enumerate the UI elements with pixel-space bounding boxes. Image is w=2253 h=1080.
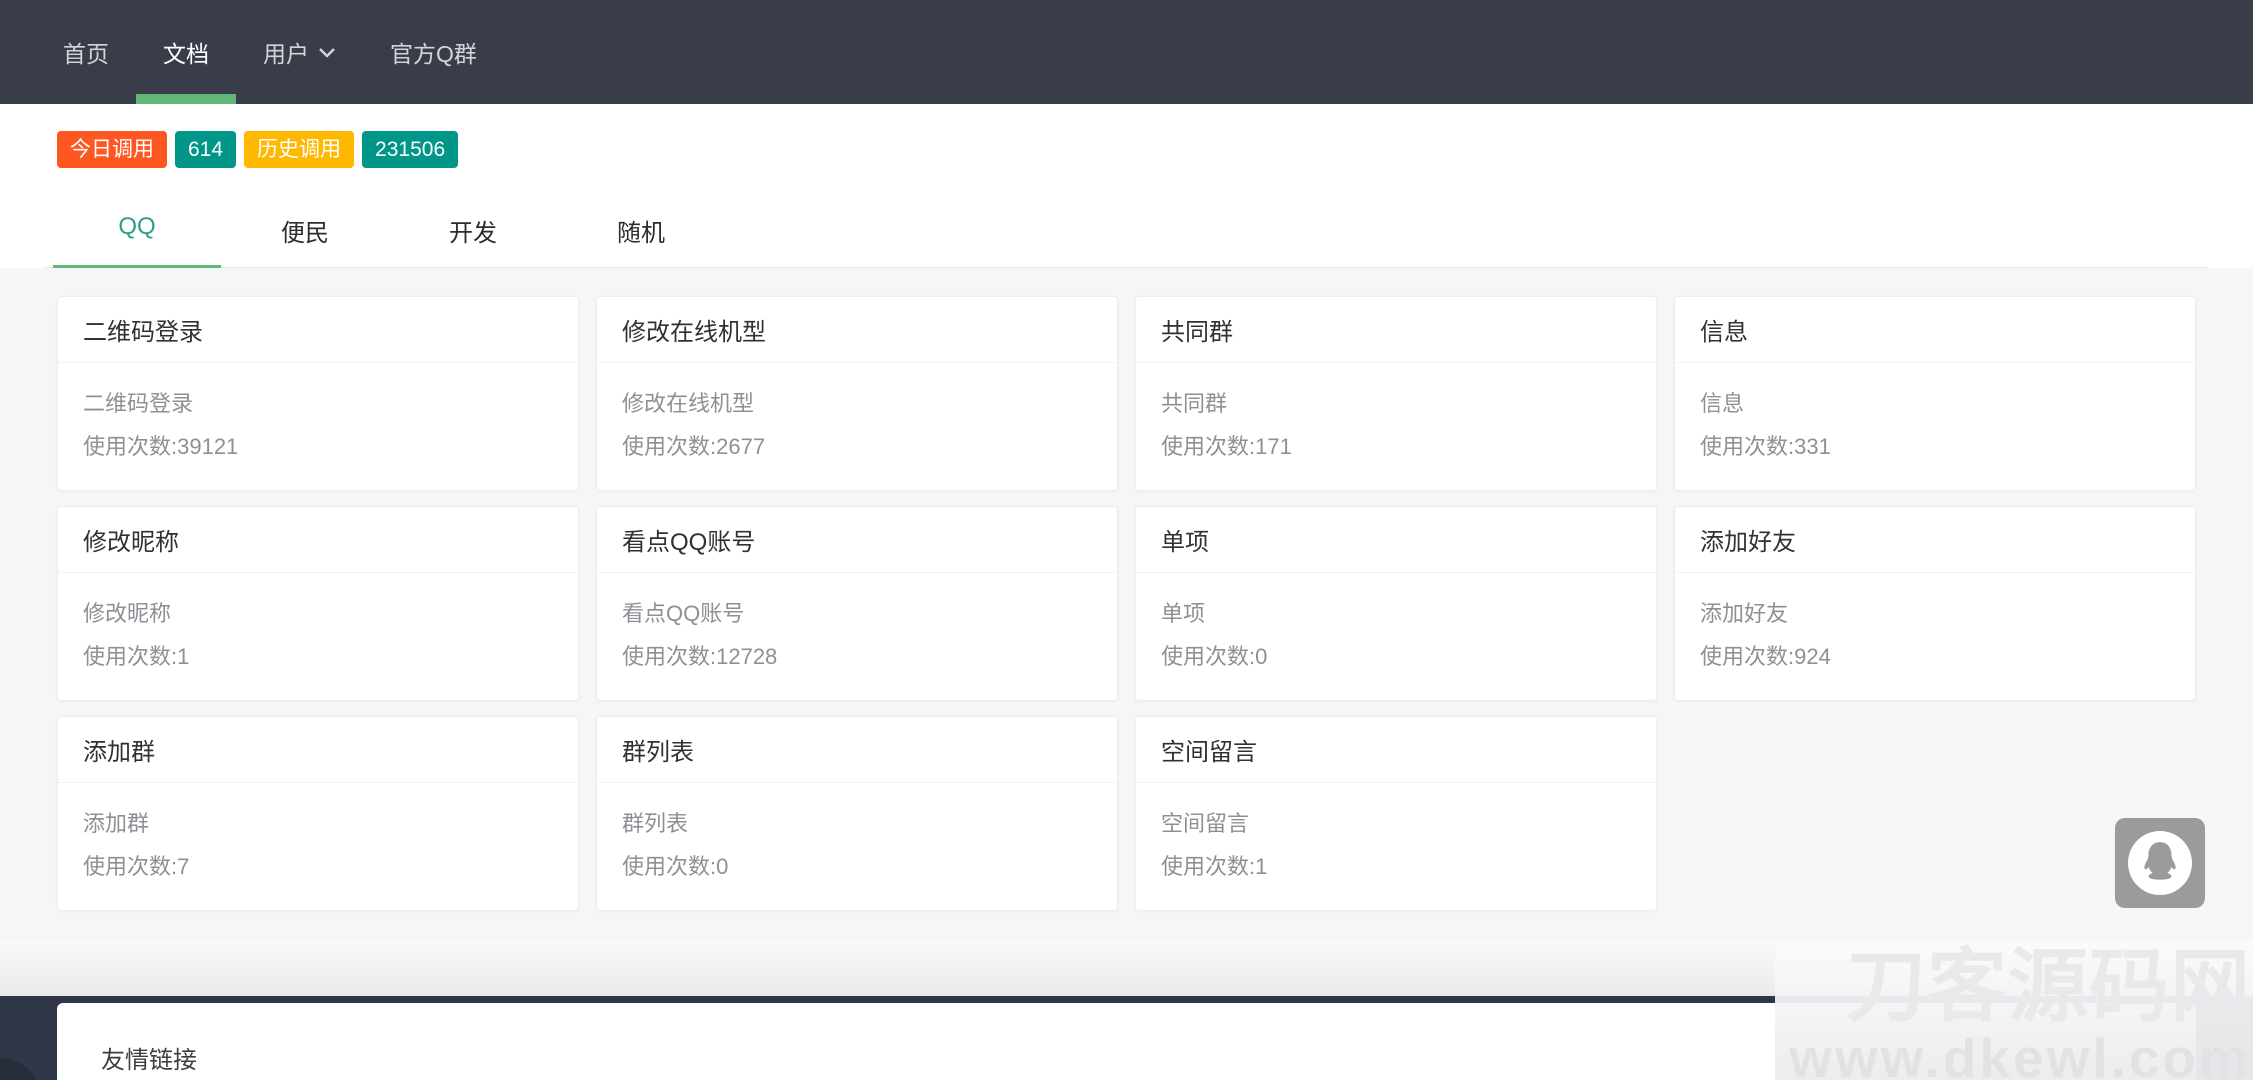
api-card-description: 单项 xyxy=(1161,592,1631,635)
api-card[interactable]: 二维码登录 二维码登录 使用次数:39121 xyxy=(57,296,579,491)
api-card-usage: 使用次数:0 xyxy=(1161,635,1631,678)
nav-item-label: 文档 xyxy=(163,35,209,69)
api-card[interactable]: 添加群 添加群 使用次数:7 xyxy=(57,716,579,911)
api-card-usage: 使用次数:924 xyxy=(1700,635,2170,678)
api-card-section: 二维码登录 二维码登录 使用次数:39121 修改在线机型 修改在线机型 使用次… xyxy=(0,268,2253,941)
api-card-description: 添加群 xyxy=(83,802,553,845)
qq-icon-circle xyxy=(2128,831,2192,895)
api-card-usage: 使用次数:1 xyxy=(1161,845,1631,888)
api-card-usage: 使用次数:331 xyxy=(1700,425,2170,468)
top-navbar: 首页 文档 用户 官方Q群 xyxy=(0,0,2253,104)
stat-badge-2: 历史调用 xyxy=(244,131,354,168)
nav-item-label: 首页 xyxy=(63,35,109,69)
stat-badge-3: 231506 xyxy=(362,131,458,168)
api-card-usage: 使用次数:39121 xyxy=(83,425,553,468)
qq-penguin-icon xyxy=(2139,840,2181,886)
api-card-usage: 使用次数:7 xyxy=(83,845,553,888)
api-card-body: 信息 使用次数:331 xyxy=(1675,363,2195,468)
api-card-title: 二维码登录 xyxy=(58,297,578,363)
api-card-title: 修改昵称 xyxy=(58,507,578,573)
api-card-body: 共同群 使用次数:171 xyxy=(1136,363,1656,468)
api-card-body: 群列表 使用次数:0 xyxy=(597,783,1117,888)
api-card-usage: 使用次数:0 xyxy=(622,845,1092,888)
tab-3[interactable]: 随机 xyxy=(557,198,725,267)
api-card-body: 看点QQ账号 使用次数:12728 xyxy=(597,573,1117,678)
nav-item-label: 用户 xyxy=(263,35,309,69)
api-card-body: 修改在线机型 使用次数:2677 xyxy=(597,363,1117,468)
nav-item-1[interactable]: 文档 xyxy=(136,0,236,104)
nav-item-label: 官方Q群 xyxy=(390,35,477,69)
api-card[interactable]: 看点QQ账号 看点QQ账号 使用次数:12728 xyxy=(596,506,1118,701)
stat-badge-0: 今日调用 xyxy=(57,131,167,168)
api-card-title: 群列表 xyxy=(597,717,1117,783)
friend-links-panel: 友情链接 xyxy=(57,1003,2196,1080)
api-card-title: 添加好友 xyxy=(1675,507,2195,573)
nav-item-2[interactable]: 用户 xyxy=(236,0,363,104)
call-stats-row: 今日调用614历史调用231506 xyxy=(0,104,2253,168)
api-card-usage: 使用次数:12728 xyxy=(622,635,1092,678)
api-card[interactable]: 群列表 群列表 使用次数:0 xyxy=(596,716,1118,911)
api-card-description: 群列表 xyxy=(622,802,1092,845)
api-card[interactable]: 空间留言 空间留言 使用次数:1 xyxy=(1135,716,1657,911)
footer-band: 友情链接 xyxy=(0,996,2253,1080)
api-card-body: 修改昵称 使用次数:1 xyxy=(58,573,578,678)
api-card[interactable]: 共同群 共同群 使用次数:171 xyxy=(1135,296,1657,491)
api-card-description: 空间留言 xyxy=(1161,802,1631,845)
api-card-body: 添加好友 使用次数:924 xyxy=(1675,573,2195,678)
api-card-body: 二维码登录 使用次数:39121 xyxy=(58,363,578,468)
nav-item-3[interactable]: 官方Q群 xyxy=(363,0,504,104)
api-card-description: 添加好友 xyxy=(1700,592,2170,635)
api-card[interactable]: 单项 单项 使用次数:0 xyxy=(1135,506,1657,701)
api-card-title: 空间留言 xyxy=(1136,717,1656,783)
tab-1[interactable]: 便民 xyxy=(221,198,389,267)
api-card-title: 共同群 xyxy=(1136,297,1656,363)
api-card[interactable]: 修改在线机型 修改在线机型 使用次数:2677 xyxy=(596,296,1118,491)
tab-2[interactable]: 开发 xyxy=(389,198,557,267)
category-tabs: QQ便民开发随机 xyxy=(45,198,2208,268)
tab-0[interactable]: QQ xyxy=(53,198,221,267)
api-card[interactable]: 修改昵称 修改昵称 使用次数:1 xyxy=(57,506,579,701)
api-card-description: 信息 xyxy=(1700,382,2170,425)
api-card-description: 二维码登录 xyxy=(83,382,553,425)
api-card-body: 空间留言 使用次数:1 xyxy=(1136,783,1656,888)
api-card-description: 看点QQ账号 xyxy=(622,592,1092,635)
api-card-title: 看点QQ账号 xyxy=(597,507,1117,573)
api-card-description: 修改昵称 xyxy=(83,592,553,635)
api-card-title: 添加群 xyxy=(58,717,578,783)
friend-links-title: 友情链接 xyxy=(57,1003,2196,1075)
nav-item-0[interactable]: 首页 xyxy=(36,0,136,104)
api-card[interactable]: 添加好友 添加好友 使用次数:924 xyxy=(1674,506,2196,701)
api-card-usage: 使用次数:171 xyxy=(1161,425,1631,468)
qq-contact-button[interactable] xyxy=(2115,818,2205,908)
api-card-title: 信息 xyxy=(1675,297,2195,363)
api-card-title: 修改在线机型 xyxy=(597,297,1117,363)
api-card[interactable]: 信息 信息 使用次数:331 xyxy=(1674,296,2196,491)
api-card-description: 共同群 xyxy=(1161,382,1631,425)
api-card-usage: 使用次数:2677 xyxy=(622,425,1092,468)
api-card-title: 单项 xyxy=(1136,507,1656,573)
api-card-body: 单项 使用次数:0 xyxy=(1136,573,1656,678)
api-card-grid: 二维码登录 二维码登录 使用次数:39121 修改在线机型 修改在线机型 使用次… xyxy=(57,296,2196,911)
stat-badge-1: 614 xyxy=(175,131,236,168)
chevron-down-icon xyxy=(318,46,336,58)
api-card-usage: 使用次数:1 xyxy=(83,635,553,678)
api-card-body: 添加群 使用次数:7 xyxy=(58,783,578,888)
api-card-description: 修改在线机型 xyxy=(622,382,1092,425)
bottom-fade xyxy=(0,941,2253,996)
